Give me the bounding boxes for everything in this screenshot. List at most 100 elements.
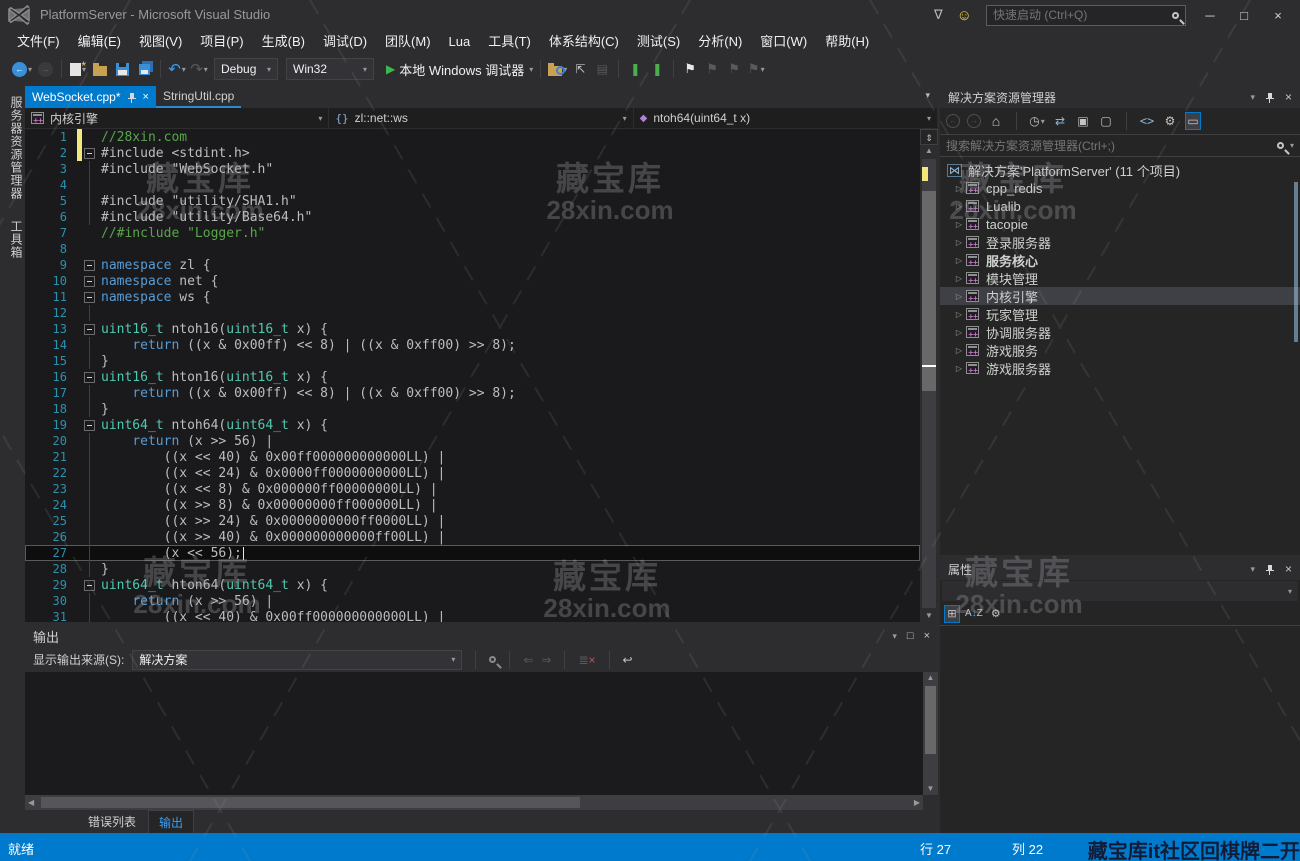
code-line[interactable]: 26 ((x >> 40) & 0x000000000000ff00LL) | <box>25 529 920 545</box>
open-file-icon[interactable] <box>91 58 109 80</box>
fold-column[interactable] <box>82 257 97 273</box>
code-line[interactable]: 12 <box>25 305 920 321</box>
solution-search-box[interactable]: ▾ <box>940 134 1300 157</box>
menu-item[interactable]: 测试(S) <box>628 30 689 54</box>
collapse-all-icon[interactable]: ▭ <box>1185 112 1201 130</box>
project-tree-item[interactable]: ▷服务核心 <box>940 251 1300 269</box>
fold-collapse-icon[interactable] <box>84 292 95 303</box>
scope-dropdown[interactable]: {} zl::net::ws▾ <box>329 108 633 128</box>
panel-tab[interactable]: 输出 <box>148 810 194 835</box>
project-tree-item[interactable]: ▷玩家管理 <box>940 305 1300 323</box>
panel-dropdown-icon[interactable]: ▾ <box>1250 92 1255 103</box>
code-line[interactable]: 13uint16_t ntoh16(uint16_t x) { <box>25 321 920 337</box>
navigate-forward-icon[interactable]: → <box>36 58 54 80</box>
project-tree-item[interactable]: ▷登录服务器 <box>940 233 1300 251</box>
fold-collapse-icon[interactable] <box>84 372 95 383</box>
alphabetical-sort-icon[interactable]: A↓Z <box>965 605 983 623</box>
split-window-handle[interactable]: ⇕ <box>920 129 938 145</box>
code-line[interactable]: 8 <box>25 241 920 257</box>
code-line[interactable]: 6#include "utility/Base64.h" <box>25 209 920 225</box>
output-source-combo[interactable]: 解决方案▾ <box>132 650 462 670</box>
expand-arrow-icon[interactable]: ▷ <box>952 364 966 373</box>
fold-column[interactable] <box>82 417 97 433</box>
editor-tab[interactable]: WebSocket.cpp*× <box>25 86 156 108</box>
fold-column[interactable] <box>82 273 97 289</box>
home-icon[interactable]: ⌂ <box>988 112 1004 130</box>
code-editor[interactable]: 1//28xin.com2#include <stdint.h>3#includ… <box>25 129 920 622</box>
expand-arrow-icon[interactable]: ▷ <box>952 184 966 193</box>
code-line[interactable]: 4 <box>25 177 920 193</box>
property-pages-wrench-icon[interactable]: ⚙ <box>988 605 1004 623</box>
fold-collapse-icon[interactable] <box>84 260 95 271</box>
menu-item[interactable]: 调试(D) <box>314 30 376 54</box>
project-tree-item[interactable]: ▷模块管理 <box>940 269 1300 287</box>
fold-column[interactable] <box>82 289 97 305</box>
scroll-right-icon[interactable]: ▶ <box>914 798 920 807</box>
save-all-icon[interactable] <box>135 58 153 80</box>
pin-icon[interactable] <box>1265 92 1275 103</box>
expand-arrow-icon[interactable]: ▷ <box>952 310 966 319</box>
start-debug-button[interactable]: ▶本地 Windows 调试器▾ <box>386 58 533 80</box>
menu-item[interactable]: 体系结构(C) <box>540 30 628 54</box>
previous-message-icon[interactable]: ⇐ <box>523 653 533 667</box>
clear-bookmarks-icon[interactable]: ⚑▾ <box>747 58 765 80</box>
code-line[interactable]: 5#include "utility/SHA1.h" <box>25 193 920 209</box>
undo-icon[interactable]: ↶▾ <box>168 58 186 80</box>
menu-item[interactable]: 团队(M) <box>376 30 440 54</box>
fold-column[interactable] <box>82 369 97 385</box>
fold-column[interactable] <box>82 145 97 161</box>
member-dropdown[interactable]: ◆ ntoh64(uint64_t x)▾ <box>634 108 938 128</box>
solution-search-input[interactable] <box>946 139 1272 153</box>
output-horizontal-scrollbar[interactable]: ◀ ▶ <box>25 795 923 810</box>
expand-arrow-icon[interactable]: ▷ <box>952 346 966 355</box>
panel-close-icon[interactable]: × <box>924 630 930 642</box>
minimize-button[interactable]: ─ <box>1200 8 1220 23</box>
fold-collapse-icon[interactable] <box>84 324 95 335</box>
side-tab[interactable]: 工具箱 <box>0 212 25 267</box>
code-line[interactable]: 23 ((x << 8) & 0x000000ff00000000LL) | <box>25 481 920 497</box>
word-wrap-icon[interactable]: ↩ <box>623 653 633 667</box>
solution-platform-combo[interactable]: Win32▾ <box>286 58 374 80</box>
properties-window-icon[interactable]: ▤ <box>593 58 611 80</box>
panel-close-icon[interactable]: × <box>1285 90 1292 104</box>
menu-item[interactable]: 项目(P) <box>191 30 252 54</box>
project-dropdown[interactable]: 内核引擎▾ <box>25 108 329 128</box>
scroll-down-icon[interactable]: ▼ <box>920 610 938 622</box>
panel-dropdown-icon[interactable]: ▾ <box>1250 564 1255 575</box>
menu-item[interactable]: 编辑(E) <box>69 30 130 54</box>
search-options-dropdown-icon[interactable]: ▾ <box>1290 141 1294 150</box>
scroll-down-icon[interactable]: ▼ <box>923 783 938 795</box>
scroll-left-icon[interactable]: ◀ <box>28 798 34 807</box>
fold-collapse-icon[interactable] <box>84 580 95 591</box>
code-line[interactable]: 25 ((x >> 24) & 0x0000000000ff0000LL) | <box>25 513 920 529</box>
code-line[interactable]: 11namespace ws { <box>25 289 920 305</box>
solution-root-node[interactable]: ⋈ 解决方案'PlatformServer' (11 个项目) <box>940 161 1300 179</box>
code-line[interactable]: 14 return ((x & 0x00ff) << 8) | ((x & 0x… <box>25 337 920 353</box>
panel-dropdown-icon[interactable]: ▾ <box>892 631 897 642</box>
fold-collapse-icon[interactable] <box>84 420 95 431</box>
code-line[interactable]: 9namespace zl { <box>25 257 920 273</box>
clear-all-icon[interactable]: ≣× <box>578 653 595 667</box>
menu-item[interactable]: 文件(F) <box>8 30 69 54</box>
editor-vertical-scrollbar[interactable]: ⇕ ▲ ▼ <box>920 129 938 622</box>
solution-configuration-combo[interactable]: Debug▾ <box>214 58 278 80</box>
code-line[interactable]: 19uint64_t ntoh64(uint64_t x) { <box>25 417 920 433</box>
code-line[interactable]: 10namespace net { <box>25 273 920 289</box>
project-tree-item[interactable]: ▷内核引擎 <box>940 287 1300 305</box>
editor-tab[interactable]: StringUtil.cpp <box>156 86 241 108</box>
find-message-icon[interactable] <box>489 656 496 663</box>
fold-collapse-icon[interactable] <box>84 276 95 287</box>
menu-item[interactable]: 帮助(H) <box>816 30 878 54</box>
comment-lines-icon[interactable]: ❚ <box>626 58 644 80</box>
quick-launch-box[interactable] <box>986 5 1186 26</box>
menu-item[interactable]: 工具(T) <box>479 30 540 54</box>
output-vertical-scrollbar[interactable]: ▲ ▼ <box>923 672 938 795</box>
code-line[interactable]: 16uint16_t hton16(uint16_t x) { <box>25 369 920 385</box>
expand-arrow-icon[interactable]: ▷ <box>952 202 966 211</box>
toggle-bookmark-icon[interactable]: ⚑ <box>681 58 699 80</box>
back-icon[interactable]: ← <box>946 114 960 128</box>
project-tree-item[interactable]: ▷游戏服务 <box>940 341 1300 359</box>
expand-arrow-icon[interactable]: ▷ <box>952 292 966 301</box>
navigate-backward-icon[interactable]: ←▾ <box>12 58 32 80</box>
close-tab-icon[interactable]: × <box>143 91 149 103</box>
